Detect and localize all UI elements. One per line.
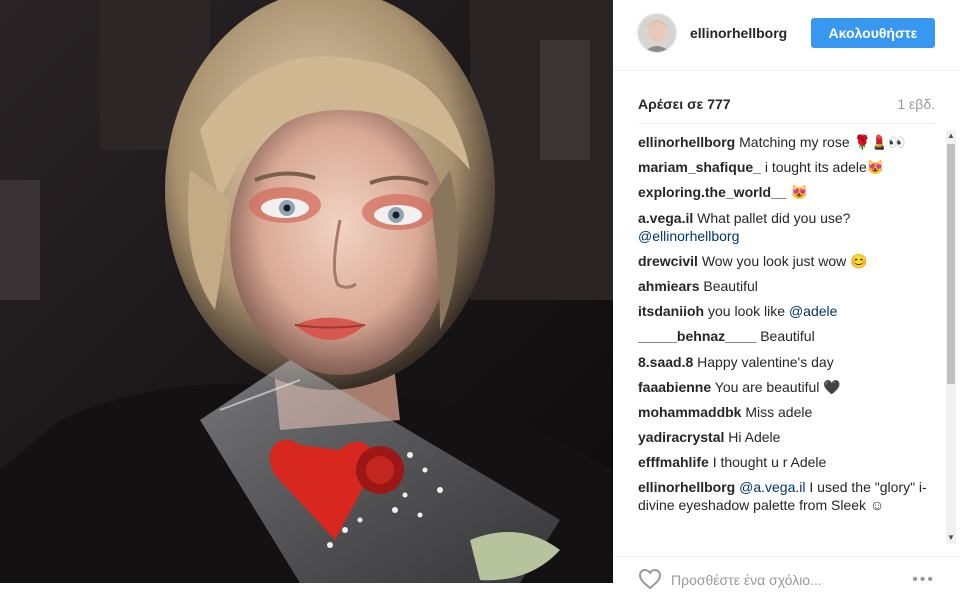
heart-outline-icon[interactable] (638, 568, 662, 595)
mention-link[interactable]: @ellinorhellborg (638, 228, 739, 244)
add-comment-input[interactable]: Προσθέστε ένα σχόλιο... (671, 572, 822, 588)
comment-item: mariam_shafique_ i tought its adele😻 (638, 158, 928, 176)
comment-text: Beautiful (760, 328, 815, 345)
comment-text: Happy valentine's day (697, 353, 834, 370)
comment-username[interactable]: ellinorhellborg (638, 134, 735, 150)
comment-username[interactable]: faaabienne (638, 379, 711, 395)
comment-item: itsdaniioh you look like @adele (638, 302, 928, 320)
scroll-down-arrow-icon[interactable]: ▼ (946, 532, 956, 544)
comment-text: I thought u r Adele (712, 454, 827, 471)
mention-link[interactable]: @a.vega.il (739, 479, 805, 495)
scroll-up-arrow-icon[interactable]: ▲ (946, 130, 956, 142)
comment-item: yadiracrystal Hi Adele (638, 428, 928, 446)
comment-username[interactable]: a.vega.il (638, 210, 693, 226)
more-options-icon[interactable]: ••• (912, 571, 935, 589)
comment-item: faaabienne You are beautiful 🖤 (638, 378, 928, 396)
scrollbar-thumb[interactable] (947, 144, 955, 384)
post-photo-illustration (0, 0, 613, 583)
username[interactable]: ellinorhellborg (690, 25, 787, 41)
comment-username[interactable]: 8.saad.8 (638, 354, 693, 370)
comment-bar: Προσθέστε ένα σχόλιο... ••• (613, 556, 960, 590)
comment-username[interactable]: ahmiears (638, 278, 699, 294)
comment-text: What pallet did you use? (697, 209, 851, 226)
comment-item: 8.saad.8 Happy valentine's day (638, 353, 928, 371)
comment-item: exploring.the_world__ 😻 (638, 183, 928, 201)
comment-username[interactable]: efffmahlife (638, 454, 709, 470)
comment-item: ahmiears Beautiful (638, 277, 928, 295)
likes-count[interactable]: Αρέσει σε 777 (638, 96, 731, 112)
comment-item: ellinorhellborg Matching my rose 🌹💄👀 (638, 133, 928, 151)
comment-text: Hi Adele (728, 429, 781, 446)
comment-item: drewcivil Wow you look just wow 😊 (638, 252, 928, 270)
comment-item: efffmahlife I thought u r Adele (638, 453, 928, 471)
avatar[interactable] (637, 13, 677, 53)
comment-text: you look like (708, 303, 789, 320)
mention-link[interactable]: @adele (789, 303, 837, 319)
comment-text: Wow you look just wow 😊 (701, 252, 868, 269)
follow-button[interactable]: Ακολουθήστε (811, 18, 935, 48)
comment-username[interactable]: yadiracrystal (638, 429, 724, 445)
comment-username[interactable]: exploring.the_world__ (638, 184, 787, 200)
comment-text: Matching my rose 🌹💄👀 (739, 134, 906, 150)
comment-item: mohammaddbk Miss adele (638, 403, 928, 421)
divider (637, 123, 935, 124)
comment-username[interactable]: mohammaddbk (638, 404, 741, 420)
comment-username[interactable]: ellinorhellborg (638, 479, 735, 495)
comment-username[interactable]: _____behnaz____ (638, 328, 756, 344)
comment-username[interactable]: mariam_shafique_ (638, 159, 761, 175)
comment-username[interactable]: drewcivil (638, 253, 698, 269)
post-time[interactable]: 1 εβδ. (897, 96, 935, 112)
comment-text: 😻 (790, 184, 808, 201)
comments-scrollbar[interactable]: ▲ ▼ (946, 130, 956, 544)
comments-list: ellinorhellborg Matching my rose 🌹💄👀 mari… (638, 133, 928, 551)
comment-username[interactable]: itsdaniioh (638, 303, 704, 319)
comment-item: ellinorhellborg @a.vega.il I used the "g… (638, 478, 928, 514)
comment-text: You are beautiful 🖤 (714, 378, 841, 395)
post-sidebar: ellinorhellborg Ακολουθήστε Αρέσει σε 77… (613, 0, 960, 590)
post-header: ellinorhellborg Ακολουθήστε (613, 0, 960, 71)
comment-text: Beautiful (703, 277, 758, 294)
post-photo[interactable] (0, 0, 613, 583)
comment-text: i tought its adele😻 (764, 159, 885, 176)
comment-item: _____behnaz____ Beautiful (638, 327, 928, 345)
comment-item: a.vega.il What pallet did you use? @elli… (638, 209, 928, 245)
comment-text: Miss adele (745, 403, 813, 420)
